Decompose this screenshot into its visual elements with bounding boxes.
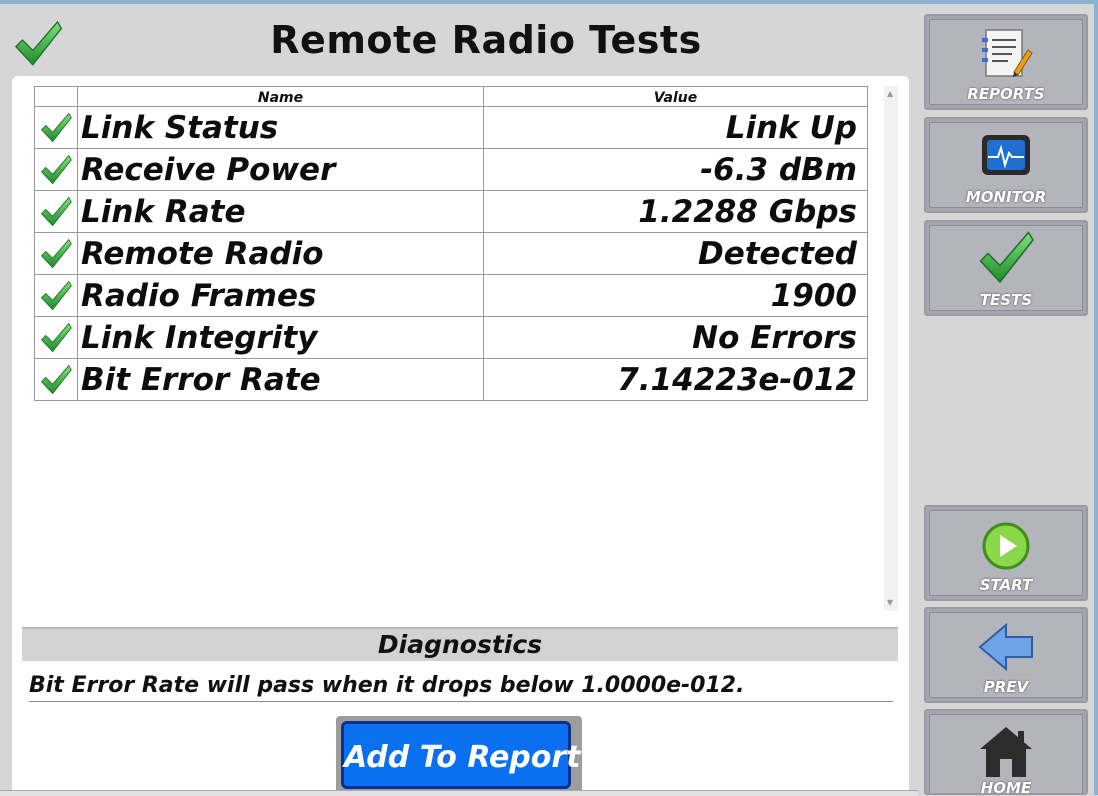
name-column-header[interactable]: Name [77, 86, 484, 107]
status-column-header [34, 86, 78, 107]
arrow-left-icon [978, 622, 1033, 672]
add-to-report-button[interactable]: Add To Report [341, 721, 581, 789]
test-value: No Errors [483, 316, 868, 359]
table-scrollbar[interactable]: ▲ ▼ [884, 86, 898, 611]
test-name: Link Status [77, 106, 484, 149]
test-name: Link Rate [77, 190, 484, 233]
test-name: Bit Error Rate [77, 358, 484, 401]
test-value: Link Up [483, 106, 868, 149]
prev-label: PREV [983, 678, 1029, 696]
home-label: HOME [980, 779, 1032, 795]
check-icon [38, 237, 74, 271]
reports-label: REPORTS [967, 85, 1045, 103]
value-column-header[interactable]: Value [483, 86, 868, 107]
report-document-icon [982, 29, 1033, 77]
check-icon [38, 195, 74, 229]
bottom-edge [0, 790, 918, 796]
scroll-down-arrow-icon[interactable]: ▼ [887, 599, 893, 607]
status-cell [34, 316, 78, 359]
diagnostics-header: Diagnostics [22, 627, 898, 661]
start-label: START [979, 576, 1033, 594]
test-name: Radio Frames [77, 274, 484, 317]
table-row[interactable]: Link Status Link Up [34, 106, 868, 149]
check-icon [38, 321, 74, 355]
window-frame-right [1094, 0, 1098, 795]
status-cell [34, 148, 78, 191]
tests-label: TESTS [979, 291, 1033, 309]
tests-button[interactable]: TESTS [924, 220, 1088, 316]
table-header-row: Name Value [34, 86, 868, 107]
table-row[interactable]: Radio Frames 1900 [34, 274, 868, 317]
diagnostics-message: Bit Error Rate will pass when it drops b… [29, 670, 893, 702]
status-cell [34, 358, 78, 401]
table-row[interactable]: Receive Power -6.3 dBm [34, 148, 868, 191]
test-name: Link Integrity [77, 316, 484, 359]
results-table: Name Value Link Status Link Up Receive P… [34, 86, 868, 401]
status-cell [34, 190, 78, 233]
add-to-report-frame: Add To Report [336, 716, 582, 795]
play-icon [982, 522, 1030, 570]
check-icon [38, 363, 74, 397]
test-value: -6.3 dBm [483, 148, 868, 191]
window-frame-top [0, 0, 1098, 4]
home-button[interactable]: HOME [924, 709, 1088, 795]
check-icon [38, 279, 74, 313]
check-icon [38, 111, 74, 145]
monitor-button[interactable]: MONITOR [924, 117, 1088, 213]
test-value: 1900 [483, 274, 868, 317]
test-value: 7.14223e-012 [483, 358, 868, 401]
table-row[interactable]: Link Rate 1.2288 Gbps [34, 190, 868, 233]
monitor-label: MONITOR [965, 188, 1047, 206]
status-cell [34, 274, 78, 317]
test-value: 1.2288 Gbps [483, 190, 868, 233]
test-name: Receive Power [77, 148, 484, 191]
test-name: Remote Radio [77, 232, 484, 275]
check-icon [38, 153, 74, 187]
table-row[interactable]: Link Integrity No Errors [34, 316, 868, 359]
reports-button[interactable]: REPORTS [924, 14, 1088, 110]
monitor-icon [982, 135, 1030, 175]
check-icon [975, 228, 1037, 288]
home-icon [980, 727, 1032, 777]
table-row[interactable]: Remote Radio Detected [34, 232, 868, 275]
table-row[interactable]: Bit Error Rate 7.14223e-012 [34, 358, 868, 401]
prev-button[interactable]: PREV [924, 607, 1088, 703]
start-button[interactable]: START [924, 505, 1088, 601]
scroll-up-arrow-icon[interactable]: ▲ [887, 90, 893, 98]
status-cell [34, 106, 78, 149]
test-value: Detected [483, 232, 868, 275]
page-title: Remote Radio Tests [270, 18, 702, 62]
status-cell [34, 232, 78, 275]
